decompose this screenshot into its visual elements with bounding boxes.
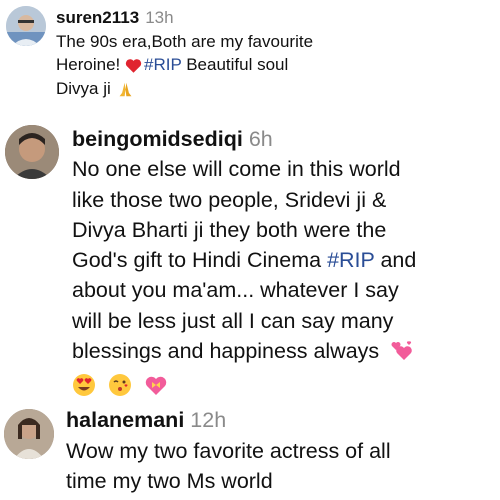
comment-text: Wow my two favorite actress of all time … (66, 436, 496, 497)
folded-hands-icon (119, 82, 131, 96)
comment-line: like those two people, Sridevi ji & (72, 187, 387, 212)
hashtag-link[interactable]: #RIP (327, 248, 374, 272)
comment-line: time my two Ms world (66, 469, 273, 493)
comment-line: Divya Bharti ji they both were the (72, 217, 387, 242)
comment-text: The 90s era,Both are my favourite Heroin… (56, 30, 486, 101)
comment-line: about you ma'am... whatever I say (72, 278, 399, 303)
comment-line: Wow my two favorite actress of all (66, 438, 391, 463)
red-heart-icon (125, 58, 142, 73)
comment-line: Beautiful soul (181, 55, 289, 74)
avatar[interactable] (6, 6, 46, 46)
kissing-face-icon (108, 373, 131, 396)
heart-with-ribbon-icon (145, 376, 167, 395)
avatar[interactable] (4, 409, 54, 459)
profile-photo-icon (5, 125, 59, 179)
comment-line: Heroine! (56, 55, 121, 74)
comment-line: and (374, 248, 417, 273)
comment-line: God's gift to Hindi Cinema (72, 248, 328, 273)
revolving-hearts-icon (391, 341, 412, 361)
username[interactable]: suren2113 (56, 8, 139, 27)
avatar[interactable] (5, 125, 59, 179)
comment-line: blessings and happiness always (72, 339, 380, 364)
hashtag-link[interactable]: #RIP (144, 55, 182, 74)
profile-photo-icon (6, 6, 46, 46)
comment-text: No one else will come in this world like… (72, 154, 492, 366)
comment-line: Divya ji (56, 78, 111, 98)
profile-photo-icon (4, 409, 54, 459)
username[interactable]: beingomidsediqi (72, 127, 243, 151)
timestamp: 6h (248, 127, 273, 151)
comment-line: The 90s era,Both are my favourite (56, 31, 314, 51)
timestamp: 13h (145, 8, 174, 27)
comment-line: No one else will come in this world (72, 157, 401, 182)
username[interactable]: halanemani (66, 408, 184, 432)
emoji-row (72, 368, 492, 398)
heart-eyes-icon (73, 373, 95, 396)
comment-line: will be less just all I can say many (72, 308, 394, 333)
timestamp: 12h (190, 408, 227, 432)
